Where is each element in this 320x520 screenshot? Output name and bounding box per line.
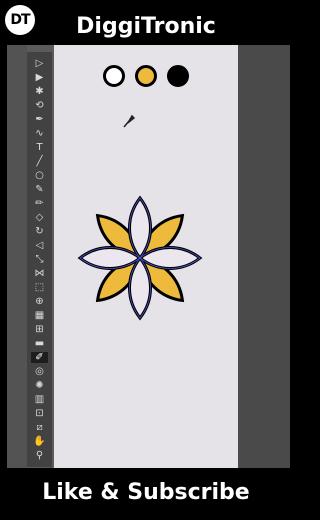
swatch-yellow[interactable] — [135, 65, 157, 87]
artboard-tool-icon[interactable]: ⊡ — [31, 408, 48, 419]
mesh-tool-icon[interactable]: ⊞ — [31, 324, 48, 335]
reflect-tool-icon[interactable]: ◁ — [31, 240, 48, 251]
column-graph-tool-icon[interactable]: ▥ — [31, 394, 48, 405]
swatch-black[interactable] — [167, 65, 189, 87]
paintbrush-tool-icon[interactable]: ✎ — [31, 184, 48, 195]
shape-builder-tool-icon[interactable]: ⊕ — [31, 296, 48, 307]
line-tool-icon[interactable]: ╱ — [31, 156, 48, 167]
selection-tool-icon[interactable]: ▷ — [31, 58, 48, 69]
ellipse-tool-icon[interactable]: ○ — [31, 170, 48, 181]
right-panel — [238, 45, 290, 468]
zoom-tool-icon[interactable]: ⚲ — [31, 450, 48, 461]
slice-tool-icon[interactable]: ⧄ — [31, 422, 48, 433]
perspective-grid-tool-icon[interactable]: ▦ — [31, 310, 48, 321]
eyedropper-tool-icon[interactable]: ✐ — [31, 352, 48, 363]
magic-wand-tool-icon[interactable]: ✱ — [31, 86, 48, 97]
swatch-white[interactable] — [103, 65, 125, 87]
cursor-eyedropper-icon — [123, 114, 135, 128]
tools-panel: ▷ ▶ ✱ ⟲ ✒ ∿ T ╱ ○ ✎ ✏ ◇ ↻ ◁ ⤡ ⋈ ⬚ ⊕ ▦ ⊞ ▬ ✐ ◎ ✺ ▥ ⊡ ⧄ ✋ ⚲ — [27, 52, 52, 467]
direct-selection-tool-icon[interactable]: ▶ — [31, 72, 48, 83]
pencil-tool-icon[interactable]: ✏ — [31, 198, 48, 209]
width-tool-icon[interactable]: ⋈ — [31, 268, 48, 279]
free-transform-tool-icon[interactable]: ⬚ — [31, 282, 48, 293]
blend-tool-icon[interactable]: ◎ — [31, 366, 48, 377]
rotate-tool-icon[interactable]: ↻ — [31, 226, 48, 237]
hand-tool-icon[interactable]: ✋ — [31, 436, 48, 447]
gradient-tool-icon[interactable]: ▬ — [31, 338, 48, 349]
scale-tool-icon[interactable]: ⤡ — [31, 254, 48, 265]
flower-artwork[interactable] — [76, 194, 204, 322]
curvature-tool-icon[interactable]: ∿ — [31, 128, 48, 139]
symbol-sprayer-tool-icon[interactable]: ✺ — [31, 380, 48, 391]
left-panel — [7, 45, 27, 468]
channel-name: DiggiTronic — [76, 14, 216, 39]
pen-tool-icon[interactable]: ✒ — [31, 114, 48, 125]
eraser-tool-icon[interactable]: ◇ — [31, 212, 48, 223]
lasso-tool-icon[interactable]: ⟲ — [31, 100, 48, 111]
type-tool-icon[interactable]: T — [31, 142, 48, 153]
like-subscribe-text: Like & Subscribe — [42, 480, 250, 505]
